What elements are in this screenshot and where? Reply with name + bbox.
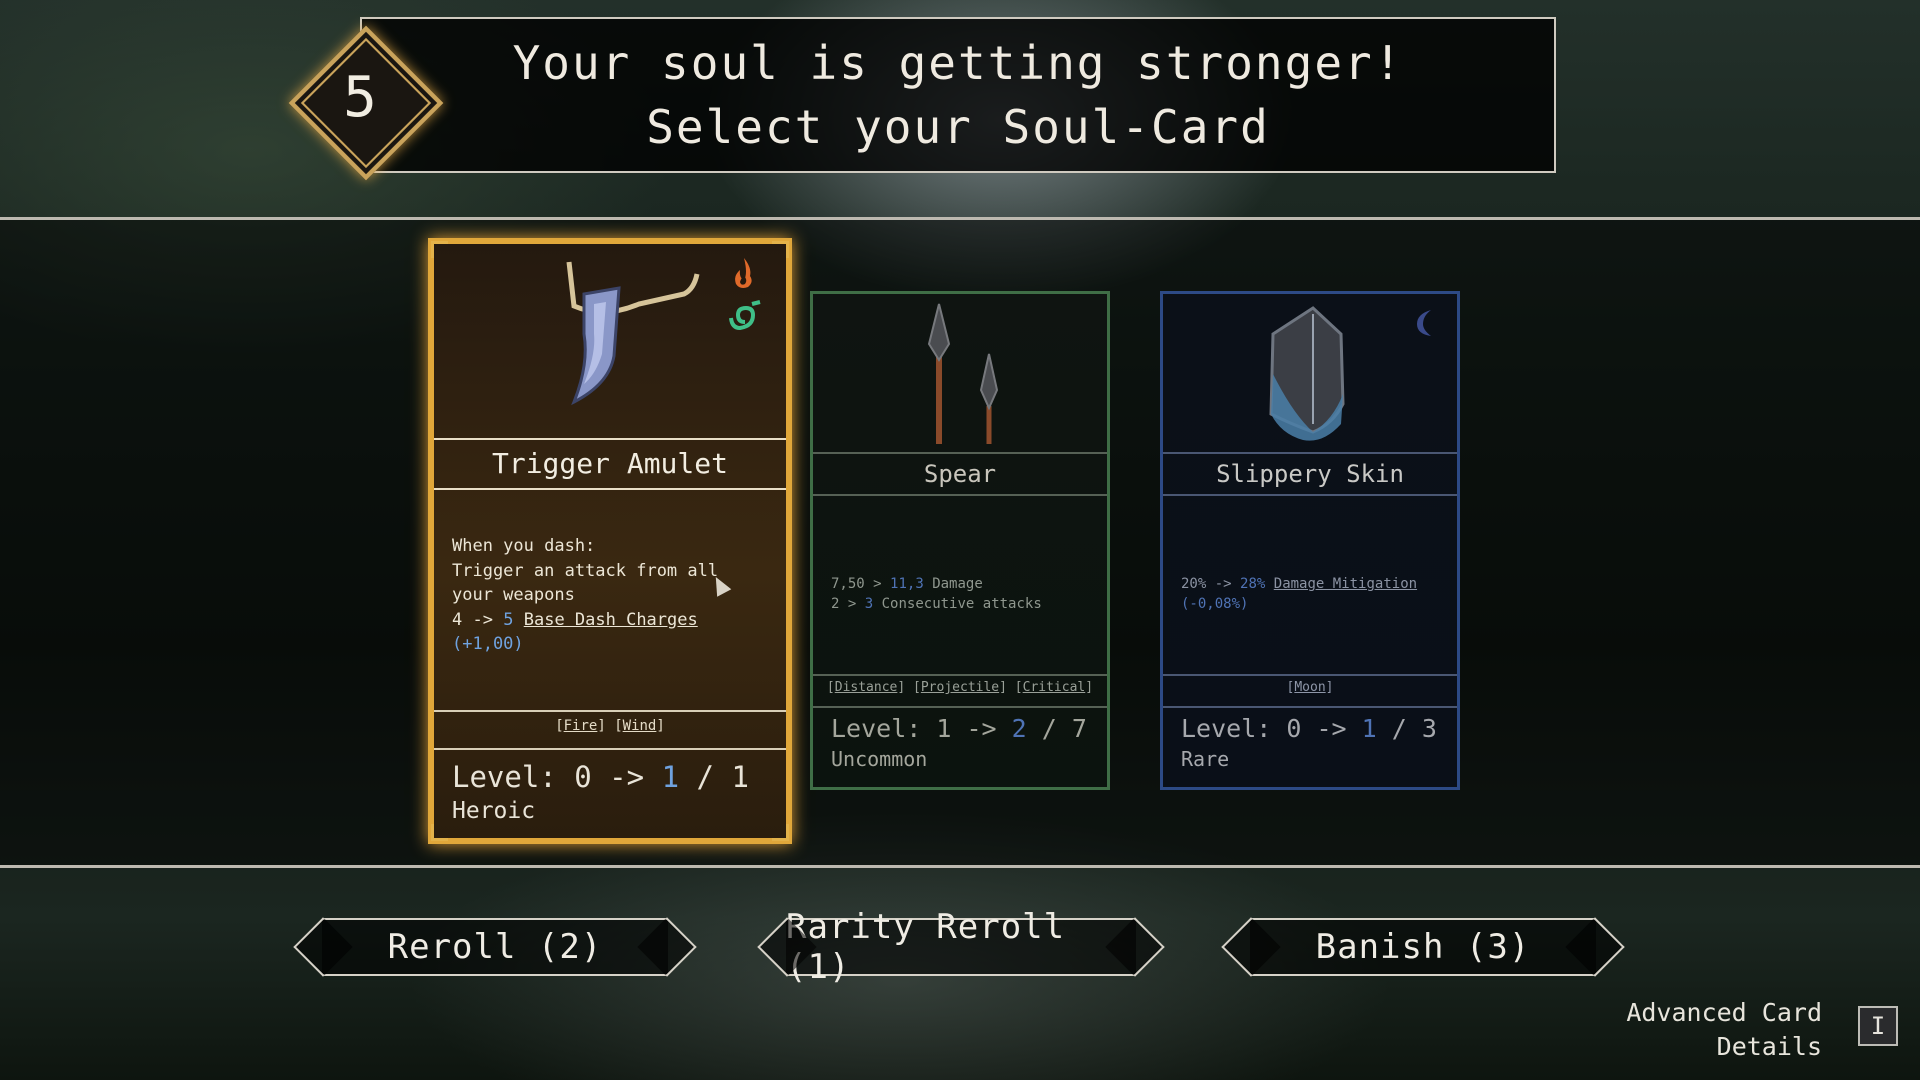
card-rarity: Uncommon	[831, 747, 928, 771]
advanced-card-details-hint[interactable]: Advanced Card Details	[1626, 996, 1822, 1064]
card-corner-ornament	[431, 824, 448, 841]
soul-card-slippery-skin[interactable]: Slippery Skin 20% -> 28% Damage Mitigati…	[1160, 291, 1460, 790]
keyword-link[interactable]: Base Dash Charges	[524, 610, 698, 630]
soul-card-trigger-amulet[interactable]: Trigger Amulet When you dash: Trigger an…	[428, 238, 792, 844]
card-art	[813, 294, 1107, 452]
tag-fire[interactable]: Fire	[564, 718, 598, 734]
card-rarity: Heroic	[452, 798, 536, 824]
keyword-link[interactable]: Damage Mitigation	[1274, 576, 1417, 592]
banner-title-line2: Select your Soul-Card	[646, 100, 1270, 154]
wind-icon	[729, 300, 761, 331]
card-level: Level: 0 -> 1 / 3 Rare	[1181, 714, 1447, 774]
fire-icon	[735, 258, 752, 288]
stat-line: 2 > 3 Consecutive attacks	[831, 596, 1042, 612]
stat-delta: (+1,00)	[452, 634, 524, 654]
stat-line: 20% -> 28% Damage Mitigation	[1181, 576, 1418, 592]
banner-title-line1: Your soul is getting stronger!	[512, 36, 1404, 90]
card-description: 20% -> 28% Damage Mitigation (-0,08%)	[1181, 574, 1443, 614]
card-art	[1163, 294, 1457, 452]
desc-line: When you dash:	[452, 536, 596, 556]
tag-distance[interactable]: Distance	[835, 680, 898, 695]
rarity-reroll-button[interactable]: Rarity Reroll (1)	[786, 907, 1136, 987]
card-art	[434, 244, 786, 434]
card-level: Level: 0 -> 1 / 1 Heroic	[452, 760, 776, 828]
keybind-i-icon[interactable]: I	[1858, 1006, 1898, 1046]
tag-projectile[interactable]: Projectile	[921, 680, 999, 695]
card-name: Trigger Amulet	[434, 438, 786, 490]
level-up-banner: Your soul is getting stronger! Select yo…	[360, 17, 1556, 173]
card-tags: [Distance] [Projectile] [Critical]	[826, 680, 1094, 695]
tag-moon[interactable]: Moon	[1294, 680, 1325, 695]
soul-card-spear[interactable]: Spear 7,50 > 11,3 Damage 2 > 3 Consecuti…	[810, 291, 1110, 790]
reroll-button[interactable]: Reroll (2)	[322, 918, 668, 976]
card-tags: [Fire] [Wind]	[555, 718, 665, 734]
stat-delta: (-0,08%)	[1181, 596, 1249, 612]
card-rarity: Rare	[1181, 747, 1230, 771]
card-tags: [Moon]	[1286, 680, 1334, 695]
card-name: Slippery Skin	[1163, 452, 1457, 496]
card-level: Level: 1 -> 2 / 7 Uncommon	[831, 714, 1097, 774]
soul-level-number: 5	[343, 64, 377, 130]
card-description: 7,50 > 11,3 Damage 2 > 3 Consecutive att…	[831, 574, 1093, 614]
banish-button[interactable]: Banish (3)	[1250, 918, 1596, 976]
tag-critical[interactable]: Critical	[1023, 680, 1086, 695]
tag-wind[interactable]: Wind	[623, 718, 657, 734]
stat-line: 4 -> 5 Base Dash Charges	[452, 609, 698, 630]
moon-icon	[1417, 310, 1431, 336]
stat-line: 7,50 > 11,3 Damage	[831, 576, 983, 592]
card-description: When you dash: Trigger an attack from al…	[452, 534, 772, 657]
card-name: Spear	[813, 452, 1107, 496]
spear-icon	[927, 303, 999, 444]
